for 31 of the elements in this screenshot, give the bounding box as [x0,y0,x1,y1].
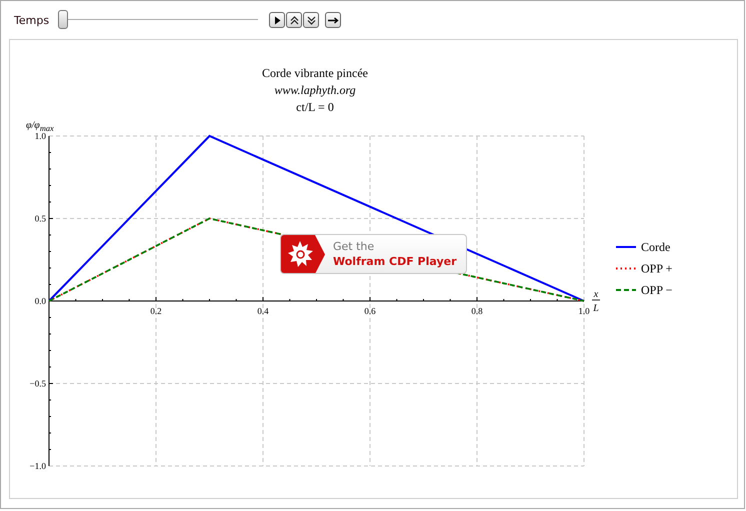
x-tick-label: 0.2 [150,306,162,316]
play-button[interactable] [269,12,286,28]
slower-button[interactable] [303,12,320,28]
x-tick-label: 0.4 [257,306,269,316]
x-axis-label-denominator: L [593,303,599,314]
legend-label: OPP − [641,283,672,297]
player-download-button[interactable]: Get the Wolfram CDF Player [280,234,467,274]
slider-label: Temps [14,14,50,26]
faster-button[interactable] [286,12,302,28]
x-axis-label-numerator: x [594,289,598,300]
slider-thumb[interactable] [58,10,68,29]
y-tick-label: 0.5 [34,214,46,224]
chart-title: www.laphyth.org [274,83,356,97]
y-tick-label: 0.0 [34,296,46,306]
double-chevron-up-icon [290,16,299,24]
y-tick-label: 1.0 [34,131,46,141]
y-axis-label: φ/φ$_{max}$ [26,120,54,131]
play-icon [272,16,282,24]
y-tick-label: −0.5 [30,378,46,388]
x-tick-label: 1.0 [578,306,590,316]
y-tick-label: −1.0 [30,461,46,471]
step-button[interactable] [325,12,342,28]
x-tick-label: 0.8 [471,306,483,316]
chart-title: ct/L = 0 [296,100,334,114]
spiky-sun-icon [281,235,325,273]
chart-title: Corde vibrante pincée [262,66,368,80]
legend-label: Corde [641,240,670,254]
legend-label: OPP + [641,262,672,276]
x-tick-label: 0.6 [364,306,376,316]
double-chevron-down-icon [306,16,316,24]
arrow-right-icon [328,16,339,24]
